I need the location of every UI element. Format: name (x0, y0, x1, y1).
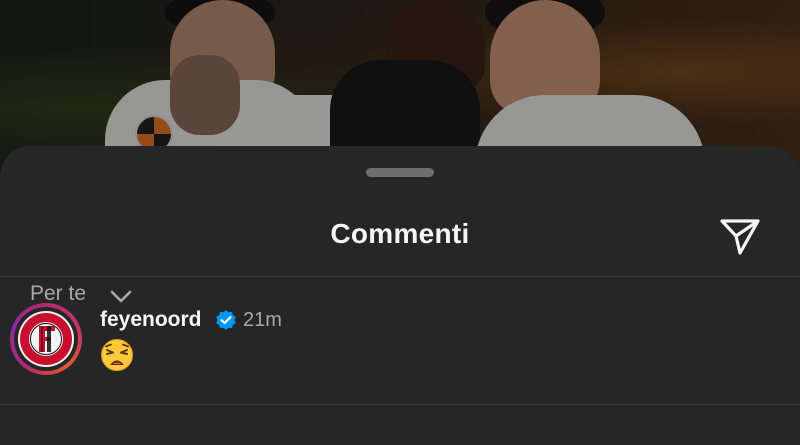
comment-sort-filter[interactable]: Per te (30, 282, 86, 306)
comments-screen: Commenti feyenoord 21m Per te (0, 0, 800, 445)
comment-divider (0, 404, 800, 405)
chevron-down-icon[interactable] (109, 289, 133, 305)
sheet-drag-handle[interactable] (366, 168, 434, 177)
send-icon (720, 219, 760, 255)
sheet-title: Commenti (330, 218, 470, 249)
feyenoord-logo-icon (18, 311, 74, 367)
weary-face-emoji-icon (101, 339, 133, 371)
comment-username[interactable]: feyenoord (100, 308, 202, 332)
verified-badge-icon (216, 310, 236, 330)
comment-timestamp: 21m (243, 309, 282, 331)
share-button[interactable] (716, 214, 764, 258)
header-divider (0, 276, 800, 277)
avatar[interactable] (10, 303, 82, 375)
